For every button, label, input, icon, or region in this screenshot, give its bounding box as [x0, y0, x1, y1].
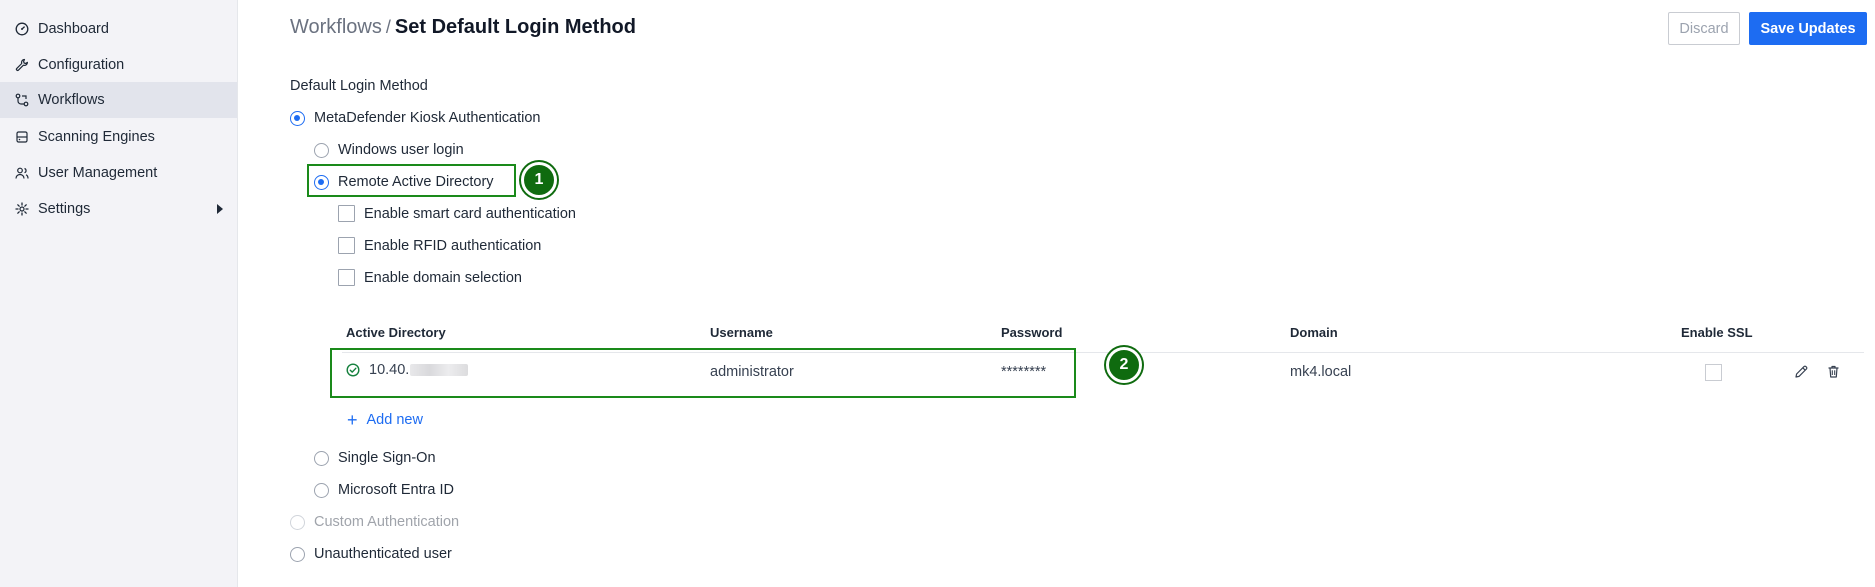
save-updates-button[interactable]: Save Updates	[1749, 12, 1867, 45]
column-header-password: Password	[1001, 325, 1063, 340]
sidebar-item-label: Workflows	[38, 92, 105, 108]
sidebar-item-dashboard[interactable]: Dashboard	[0, 11, 237, 47]
trash-icon[interactable]	[1826, 364, 1842, 380]
sidebar-item-scanning-engines[interactable]: Scanning Engines	[0, 119, 237, 155]
sidebar-item-label: Settings	[38, 201, 91, 217]
checkbox-smart-card[interactable]: Enable smart card authentication	[338, 205, 576, 222]
edit-icon[interactable]	[1794, 364, 1810, 380]
add-new-button[interactable]: + Add new	[347, 410, 423, 430]
radio-label: Single Sign-On	[338, 450, 436, 466]
sidebar: Dashboard Configuration Workflows Scanni…	[0, 0, 238, 587]
checkbox-label: Enable RFID authentication	[364, 237, 542, 254]
callout-badge-1: 1	[521, 162, 557, 198]
enable-ssl-checkbox[interactable]	[1705, 364, 1722, 381]
radio-custom-authentication: Custom Authentication	[290, 514, 459, 530]
radio-label: Unauthenticated user	[314, 546, 452, 562]
section-label: Default Login Method	[290, 78, 428, 94]
radio-button[interactable]	[314, 142, 329, 158]
gear-icon	[14, 201, 30, 217]
cell-domain: mk4.local	[1290, 364, 1352, 380]
caret-right-icon	[217, 204, 223, 214]
discard-button[interactable]: Discard	[1668, 12, 1740, 45]
column-header-username: Username	[710, 325, 773, 340]
radio-button[interactable]	[314, 482, 329, 498]
radio-button[interactable]	[290, 110, 305, 126]
checkbox-rfid[interactable]: Enable RFID authentication	[338, 237, 541, 254]
checkbox-label: Enable domain selection	[364, 269, 522, 286]
checkbox[interactable]	[338, 269, 355, 286]
users-icon	[14, 165, 30, 181]
page-title: Set Default Login Method	[394, 16, 636, 38]
database-icon	[14, 129, 30, 145]
add-new-label: Add new	[366, 412, 423, 428]
column-header-enable-ssl: Enable SSL	[1681, 325, 1753, 340]
sidebar-item-user-management[interactable]: User Management	[0, 155, 237, 191]
sidebar-item-settings[interactable]: Settings	[0, 191, 237, 227]
breadcrumb-workflows-link[interactable]: Workflows	[290, 16, 382, 38]
radio-label: Microsoft Entra ID	[338, 482, 455, 498]
wrench-icon	[14, 57, 30, 73]
column-header-active-directory: Active Directory	[346, 325, 446, 340]
checkbox[interactable]	[338, 237, 355, 254]
radio-button	[290, 514, 305, 530]
sidebar-item-label: Scanning Engines	[38, 129, 155, 145]
breadcrumb-separator: /	[385, 17, 391, 37]
column-header-domain: Domain	[1290, 325, 1338, 340]
radio-button[interactable]	[290, 546, 305, 562]
callout-badge-2: 2	[1106, 347, 1142, 383]
plus-icon: +	[347, 410, 358, 430]
radio-kiosk-authentication[interactable]: MetaDefender Kiosk Authentication	[290, 110, 541, 126]
radio-microsoft-entra-id[interactable]: Microsoft Entra ID	[314, 482, 454, 498]
workflow-icon	[14, 92, 30, 108]
radio-button[interactable]	[314, 450, 329, 466]
sidebar-item-label: Configuration	[38, 57, 125, 73]
radio-windows-user-login[interactable]: Windows user login	[314, 142, 464, 158]
gauge-icon	[14, 21, 30, 37]
sidebar-item-workflows[interactable]: Workflows	[0, 82, 237, 118]
checkbox-label: Enable smart card authentication	[364, 205, 576, 222]
checkbox[interactable]	[338, 205, 355, 222]
radio-label: Custom Authentication	[314, 514, 460, 530]
callout-highlight-ad-row	[330, 348, 1076, 398]
sidebar-item-label: Dashboard	[38, 21, 109, 37]
breadcrumb: Workflows / Set Default Login Method	[290, 16, 636, 39]
sidebar-item-label: User Management	[38, 165, 158, 181]
radio-unauthenticated-user[interactable]: Unauthenticated user	[290, 546, 452, 562]
sidebar-item-configuration[interactable]: Configuration	[0, 47, 237, 83]
checkbox-domain-selection[interactable]: Enable domain selection	[338, 269, 522, 286]
callout-highlight-remote-ad	[307, 164, 516, 197]
radio-single-sign-on[interactable]: Single Sign-On	[314, 450, 436, 466]
radio-label: MetaDefender Kiosk Authentication	[314, 110, 541, 126]
radio-label: Windows user login	[338, 142, 464, 158]
